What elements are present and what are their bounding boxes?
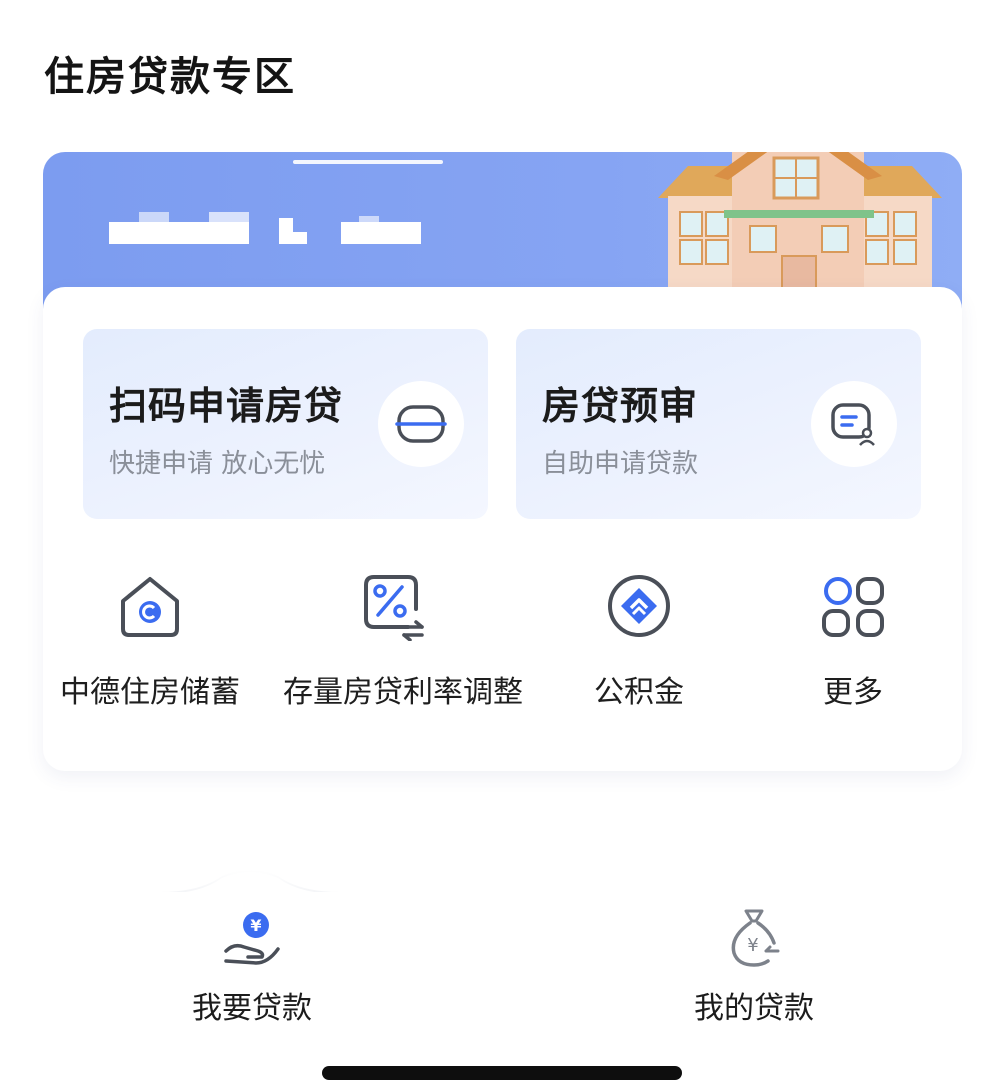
feature-subtitle: 快捷申请 放心无忧 — [109, 449, 326, 479]
diamond-arrows-icon — [608, 575, 670, 637]
tab-label: 我要贷款 — [192, 991, 312, 1026]
redacted-banner-text — [109, 212, 421, 244]
pre-review-card[interactable]: 房贷预审 自助申请贷款 — [516, 329, 921, 519]
quick-link-label: 公积金 — [594, 675, 684, 710]
quick-link-rate-adjust[interactable]: 存量房贷利率调整 — [283, 571, 523, 711]
house-c-icon — [121, 577, 179, 637]
quick-link-label: 存量房贷利率调整 — [283, 675, 523, 710]
more-grid-icon — [822, 577, 884, 637]
tab-label: 我的贷款 — [694, 991, 814, 1026]
quick-link-label: 更多 — [823, 675, 883, 710]
svg-text:¥: ¥ — [747, 935, 758, 956]
home-indicator[interactable] — [322, 1066, 682, 1080]
hand-coin-icon: ¥ — [224, 912, 280, 965]
quick-link-label: 中德住房储蓄 — [60, 675, 240, 710]
quick-link-more[interactable]: 更多 — [743, 571, 963, 711]
feature-title: 扫码申请房贷 — [109, 384, 344, 428]
loan-services-card: 扫码申请房贷 快捷申请 放心无忧 房贷预审 自助申请贷款 中德住房储蓄 存量房贷… — [43, 287, 962, 771]
quick-link-housing-fund[interactable]: 公积金 — [529, 571, 749, 711]
svg-text:¥: ¥ — [250, 916, 261, 935]
feature-title: 房贷预审 — [542, 384, 699, 428]
scan-icon — [378, 381, 464, 467]
tab-apply-loan[interactable]: ¥ 我要贷款 — [152, 905, 352, 1027]
document-user-icon — [811, 381, 897, 467]
page-title: 住房贷款专区 — [44, 54, 296, 100]
feature-subtitle: 自助申请贷款 — [542, 449, 699, 479]
scan-apply-card[interactable]: 扫码申请房贷 快捷申请 放心无忧 — [83, 329, 488, 519]
banner-decoration — [293, 160, 443, 164]
money-bag-icon: ¥ — [731, 909, 780, 967]
house-illustration — [658, 152, 942, 296]
tab-my-loans[interactable]: ¥ 我的贷款 — [654, 905, 854, 1027]
percent-exchange-icon — [364, 575, 424, 641]
quick-link-home-savings[interactable]: 中德住房储蓄 — [40, 571, 260, 711]
